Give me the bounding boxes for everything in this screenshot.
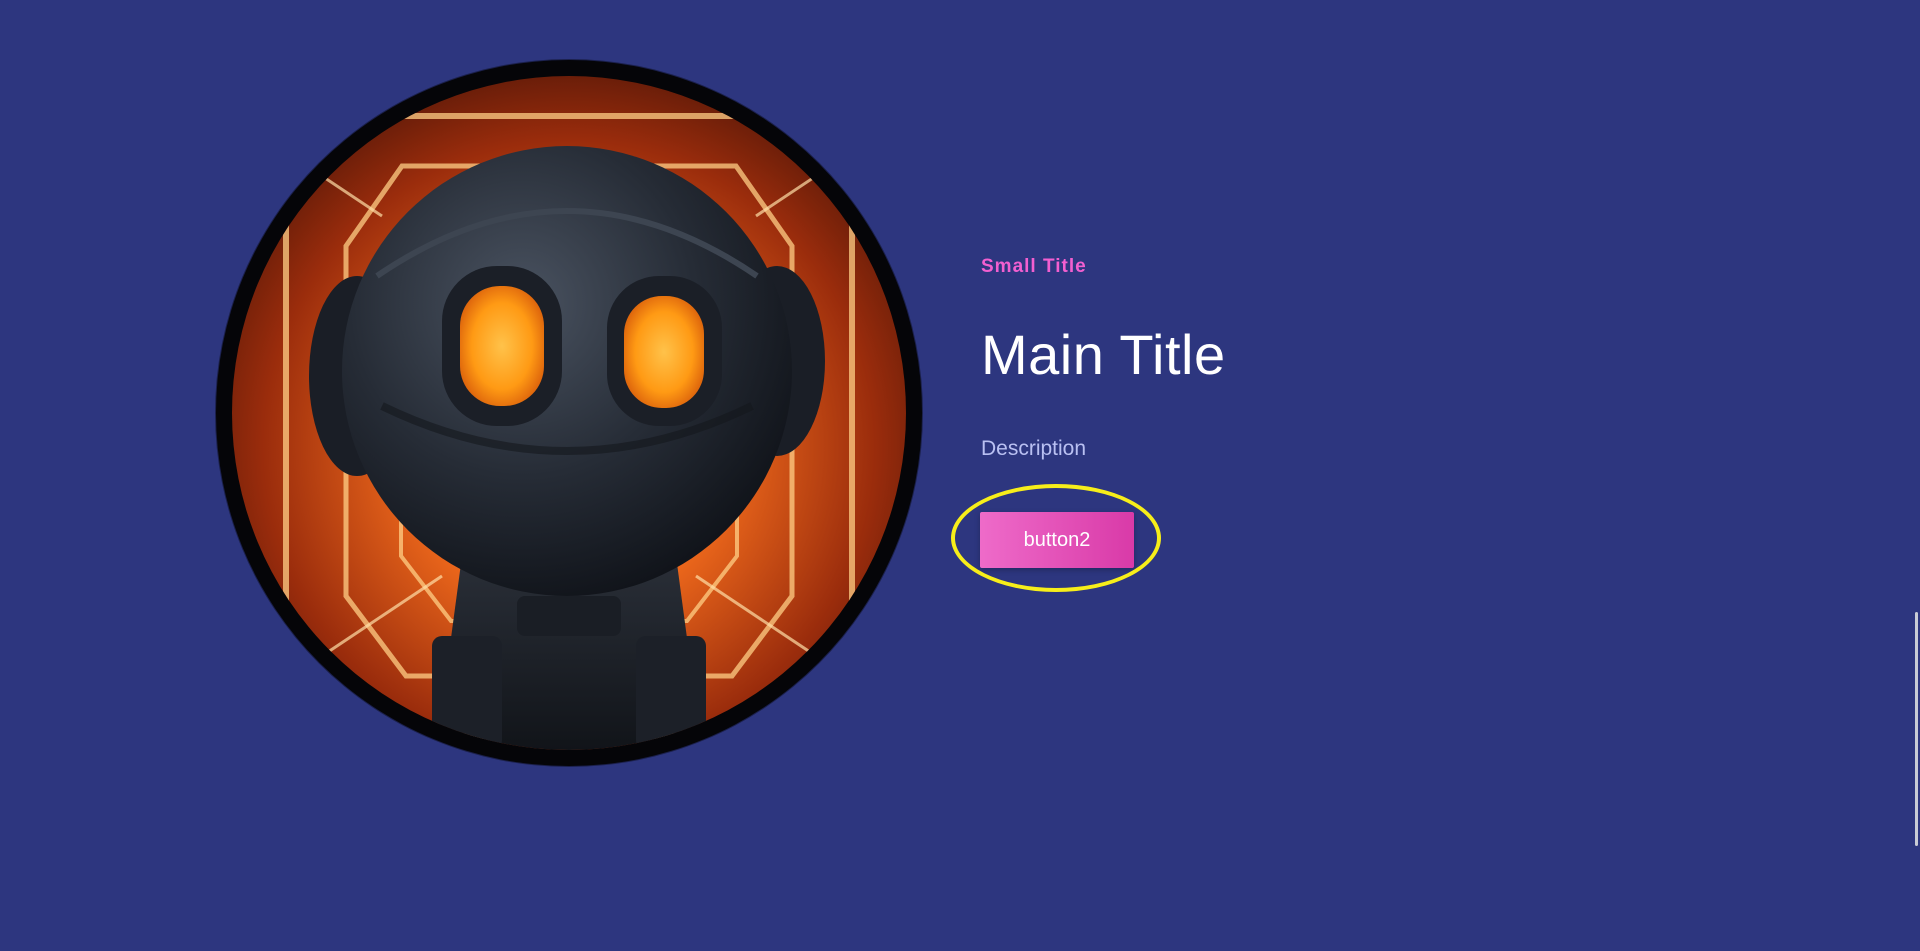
robot-image (232, 76, 906, 750)
page: Small Title Main Title Description butto… (0, 0, 1920, 951)
main-title: Main Title (981, 323, 1226, 386)
button2[interactable]: button2 (980, 512, 1134, 568)
scrollbar[interactable] (1914, 0, 1920, 951)
robot-portrait (216, 60, 922, 766)
scrollbar-thumb[interactable] (1915, 612, 1918, 846)
small-title: Small Title (981, 256, 1087, 277)
description: Description (981, 437, 1087, 460)
